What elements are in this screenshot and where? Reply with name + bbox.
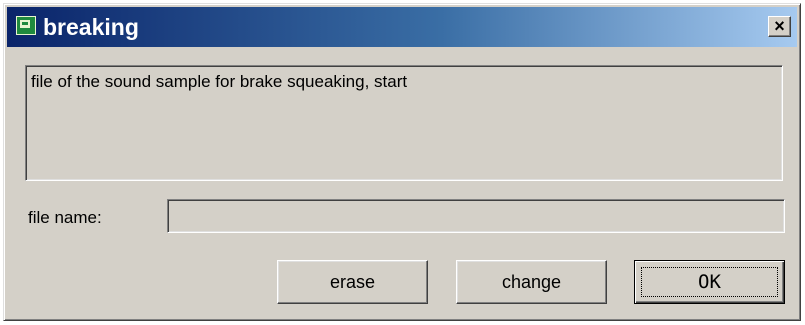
focus-rectangle [641, 267, 778, 297]
dialog-window: breaking × file of the sound sample for … [3, 3, 801, 321]
erase-button[interactable]: erase [277, 260, 428, 304]
ok-button[interactable]: OK [634, 260, 785, 304]
app-icon [16, 16, 36, 35]
close-icon: × [774, 16, 785, 36]
change-button[interactable]: change [456, 260, 607, 304]
window-title: breaking [43, 14, 139, 40]
change-button-label: change [501, 271, 562, 292]
description-box: file of the sound sample for brake squea… [25, 65, 783, 181]
file-name-label: file name: [28, 208, 102, 227]
title-bar[interactable]: breaking × [7, 7, 797, 47]
erase-button-label: erase [329, 271, 376, 292]
close-button[interactable]: × [768, 16, 791, 37]
file-name-field[interactable] [167, 199, 785, 233]
